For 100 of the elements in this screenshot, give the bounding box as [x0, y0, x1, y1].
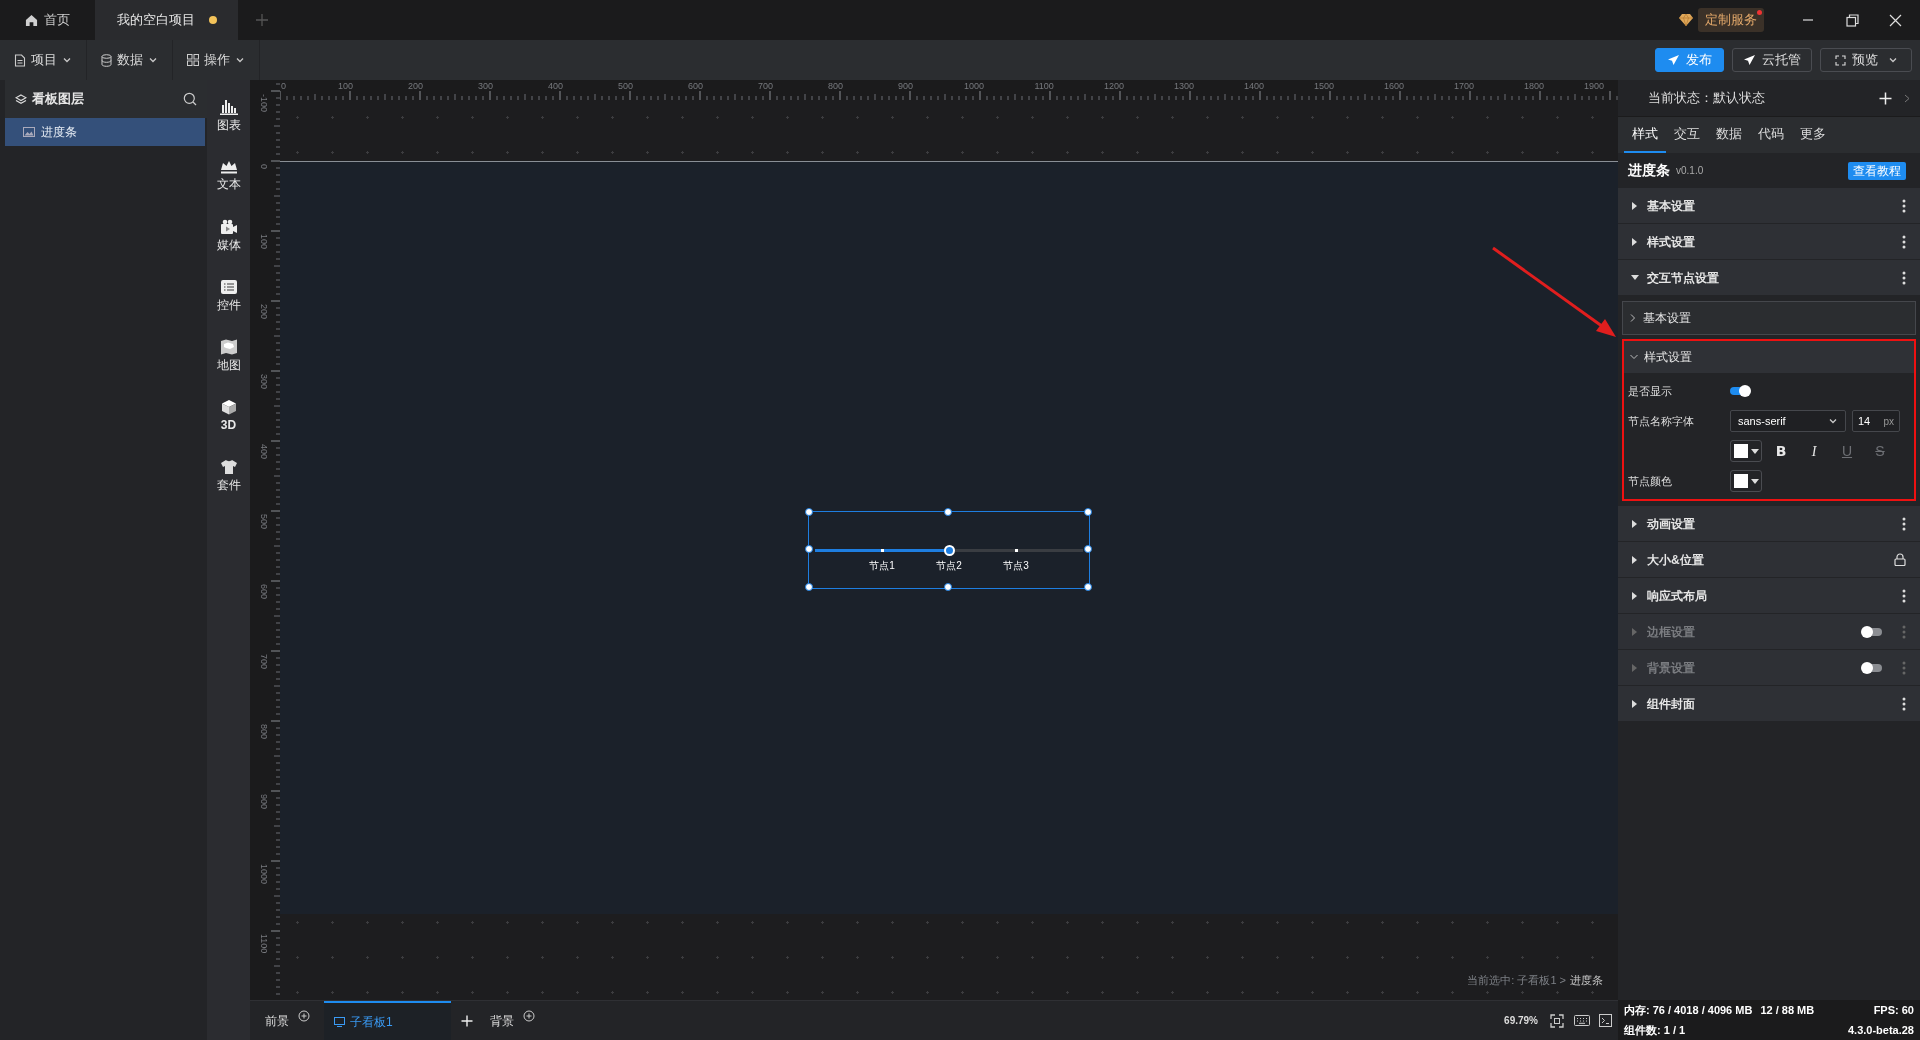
document-icon [14, 53, 26, 67]
project-tab[interactable]: 首页 [0, 0, 95, 40]
chevron-down-icon [148, 55, 158, 65]
panel-tab[interactable]: 代码 [1750, 117, 1792, 153]
ruler-label: 1500 [1314, 82, 1335, 91]
ruler-label: 700 [758, 82, 774, 91]
lock-icon[interactable] [1894, 553, 1906, 566]
keyboard-icon[interactable] [1574, 1015, 1590, 1026]
fps-counter: FPS: 60 [1873, 1002, 1914, 1018]
terminal-icon[interactable] [1599, 1014, 1612, 1027]
database-icon [101, 53, 112, 67]
more-icon[interactable] [1902, 588, 1906, 603]
subsection-header[interactable]: 基本设置 [1623, 302, 1915, 334]
caret-icon [1631, 555, 1639, 564]
toggle-switch[interactable] [1730, 387, 1748, 395]
add-icon[interactable] [461, 1014, 473, 1027]
more-icon[interactable] [1902, 198, 1906, 213]
state-label: 当前状态：默认状态 [1648, 89, 1766, 108]
panel-tab[interactable]: 更多 [1792, 117, 1834, 153]
layers-icon [15, 93, 27, 105]
chevron-right-icon[interactable] [1904, 93, 1910, 103]
section-header[interactable]: 组件封面 [1618, 686, 1920, 722]
component-category[interactable]: 图表 [208, 86, 249, 146]
resize-handle[interactable] [944, 507, 952, 516]
board-tab[interactable]: 子看板1 [324, 1000, 451, 1040]
node-label: 节点1 [869, 559, 895, 573]
ruler-label: 1700 [1454, 82, 1475, 91]
caret-icon [1631, 201, 1639, 210]
caret-icon [1631, 663, 1639, 672]
action-button[interactable]: 预览 [1820, 48, 1912, 72]
resize-handle[interactable] [804, 582, 813, 591]
close-icon[interactable] [1889, 13, 1902, 27]
action-button[interactable]: 云托管 [1732, 48, 1812, 72]
resize-handle[interactable] [1083, 507, 1092, 516]
resize-handle[interactable] [1083, 582, 1092, 591]
add-icon[interactable] [1879, 91, 1892, 105]
section-header[interactable]: 大小&位置 [1618, 542, 1920, 578]
selection-frame[interactable]: 节点1 节点2 节点3 [808, 511, 1090, 589]
restore-icon[interactable] [1846, 13, 1859, 27]
caret-icon [1750, 478, 1759, 484]
color-picker[interactable] [1730, 440, 1762, 462]
add-circle-icon[interactable] [298, 1009, 310, 1022]
resize-handle[interactable] [1083, 545, 1092, 553]
format-button[interactable]: B [1767, 440, 1795, 462]
chevron-down-icon [1887, 55, 1898, 65]
ruler-label: 1000 [964, 82, 985, 91]
progress-node[interactable] [880, 549, 884, 552]
chevron-down-icon [1828, 416, 1838, 426]
ruler-label: 0 [259, 164, 268, 169]
component-category[interactable]: 套件 [208, 446, 249, 506]
more-icon[interactable] [1902, 234, 1906, 249]
font-select[interactable]: sans-serif [1730, 410, 1846, 432]
ruler-label: 400 [259, 444, 268, 460]
panel-tab[interactable]: 交互 [1666, 117, 1708, 153]
section-header[interactable]: 交互节点设置 [1618, 260, 1920, 296]
layer-item[interactable]: 进度条 [5, 118, 205, 146]
resize-handle[interactable] [804, 545, 813, 553]
ruler-label: 900 [898, 82, 914, 91]
home-icon [25, 13, 38, 27]
panel-tab[interactable]: 数据 [1708, 117, 1750, 153]
field-label: 是否显示 [1628, 383, 1673, 399]
section-header[interactable]: 样式设置 [1618, 224, 1920, 260]
caret-icon [1631, 519, 1639, 528]
progress-node[interactable] [1014, 549, 1018, 552]
add-circle-icon[interactable] [523, 1009, 535, 1022]
ruler-label: 1900 [1584, 82, 1605, 91]
grid-icon [187, 54, 199, 66]
resize-handle[interactable] [944, 582, 952, 591]
progress-node[interactable] [943, 545, 955, 556]
format-button[interactable]: I [1800, 440, 1828, 462]
component-category[interactable]: 3D [208, 386, 249, 446]
unit-label: px [1883, 414, 1894, 429]
cube-icon [220, 398, 237, 415]
more-icon[interactable] [1902, 270, 1906, 285]
section-header[interactable]: 基本设置 [1618, 188, 1920, 224]
component-category[interactable]: 控件 [208, 266, 249, 326]
field-label: 节点名称字体 [1628, 413, 1695, 429]
more-icon[interactable] [1902, 516, 1906, 531]
ruler-label: 100 [338, 82, 354, 91]
resize-handle[interactable] [804, 507, 813, 516]
color-picker[interactable] [1730, 470, 1762, 492]
service-button[interactable]: 定制服务 [1698, 8, 1764, 32]
ruler-label: -100 [259, 94, 268, 112]
project-tab[interactable]: 我的空白项目 [95, 0, 238, 40]
ruler-label: 1200 [1104, 82, 1125, 91]
fit-screen-icon[interactable] [1550, 1013, 1564, 1028]
section-header[interactable]: 响应式布局 [1618, 578, 1920, 614]
component-count: 组件数: 1 / 1 [1624, 1023, 1687, 1038]
chevron-icon [1629, 314, 1637, 322]
size-input[interactable]: 14 px [1852, 410, 1900, 432]
search-icon[interactable] [183, 92, 197, 106]
component-category[interactable]: 地图 [208, 326, 249, 386]
subsection-header[interactable]: 样式设置 [1624, 341, 1914, 373]
ruler-label: 800 [828, 82, 844, 91]
more-icon[interactable] [1902, 696, 1906, 711]
component-category[interactable]: 媒体 [208, 206, 249, 266]
component-category[interactable]: 文本 [208, 146, 249, 206]
section-header[interactable]: 动画设置 [1618, 506, 1920, 542]
list-panel-icon [219, 278, 238, 295]
ruler-label: 1100 [1034, 82, 1054, 91]
